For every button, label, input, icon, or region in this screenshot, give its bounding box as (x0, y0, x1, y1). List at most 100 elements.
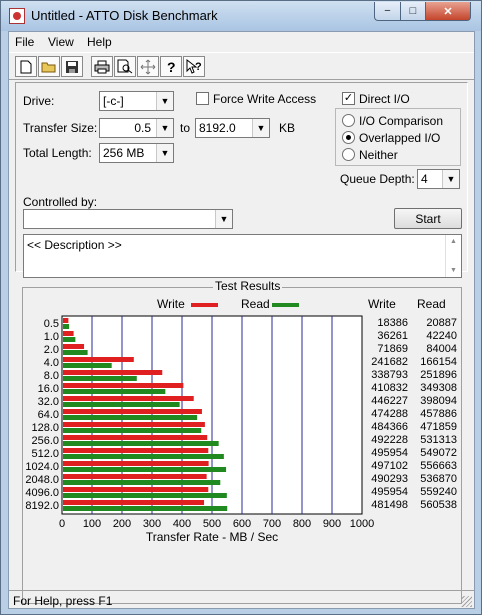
chevron-down-icon[interactable]: ▼ (156, 119, 173, 137)
app-icon (9, 8, 25, 24)
x-tick-label: 800 (293, 518, 311, 530)
y-tick-label: 4096.0 (25, 487, 59, 499)
chevron-down-icon[interactable]: ▼ (156, 144, 173, 162)
menu-file[interactable]: File (15, 35, 34, 49)
move-icon[interactable] (137, 56, 159, 77)
write-value-cell: 495954 (371, 486, 408, 498)
chevron-down-icon[interactable]: ▼ (215, 210, 232, 228)
write-value-cell: 484366 (371, 421, 408, 433)
y-tick-label: 2048.0 (25, 474, 59, 486)
resize-grip-icon[interactable] (461, 596, 472, 607)
write-bar (63, 474, 207, 479)
context-help-icon[interactable]: ? (183, 56, 205, 77)
read-bar (63, 454, 224, 459)
title-bar[interactable]: Untitled - ATTO Disk Benchmark − □ ✕ (1, 1, 481, 31)
scroll-down-icon[interactable]: ▼ (450, 267, 457, 274)
y-tick-label: 8192.0 (25, 500, 59, 512)
menu-view[interactable]: View (48, 35, 74, 49)
read-bar (63, 441, 219, 446)
write-value-cell: 474288 (371, 408, 408, 420)
app-window: Untitled - ATTO Disk Benchmark − □ ✕ Fil… (0, 0, 482, 615)
drive-value: [-c-] (103, 94, 124, 108)
y-tick-label: 1024.0 (25, 461, 59, 473)
y-tick-label: 256.0 (31, 435, 59, 447)
new-icon[interactable] (15, 56, 37, 77)
queue-depth-label: Queue Depth: (340, 172, 415, 186)
y-tick-label: 16.0 (38, 383, 59, 395)
scroll-up-icon[interactable]: ▲ (450, 238, 457, 245)
y-tick-label: 64.0 (38, 409, 59, 421)
write-value-cell: 241682 (371, 356, 408, 368)
read-value-cell: 20887 (426, 317, 457, 329)
print-icon[interactable] (91, 56, 113, 77)
neither-radio[interactable] (342, 148, 355, 161)
read-value-cell: 166154 (420, 356, 457, 368)
x-tick-label: 400 (173, 518, 191, 530)
y-tick-label: 32.0 (38, 396, 59, 408)
write-value-cell: 446227 (371, 395, 408, 407)
write-value-cell: 492228 (371, 434, 408, 446)
chevron-down-icon[interactable]: ▼ (156, 92, 173, 110)
total-length-value: 256 MB (103, 146, 145, 160)
x-tick-label: 100 (83, 518, 101, 530)
write-bar (63, 435, 208, 440)
close-button[interactable]: ✕ (425, 2, 471, 21)
overlapped-io-radio[interactable] (342, 131, 355, 144)
read-value-cell: 251896 (420, 369, 457, 381)
client-area: File View Help ? ? Drive: [-c-] ▼ Force … (8, 31, 475, 609)
svg-text:?: ? (167, 59, 176, 75)
read-bar (63, 350, 88, 355)
read-bar (63, 467, 227, 472)
read-value-cell: 560538 (420, 499, 457, 511)
x-tick-label: 600 (233, 518, 251, 530)
total-length-select[interactable]: 256 MB ▼ (99, 143, 174, 163)
write-value-cell: 497102 (371, 460, 408, 472)
read-value-cell: 349308 (420, 382, 457, 394)
controlled-by-select[interactable]: ▼ (23, 209, 233, 229)
x-tick-label: 1000 (350, 518, 374, 530)
read-value-cell: 536870 (420, 473, 457, 485)
write-bar (63, 383, 184, 388)
write-value-cell: 71869 (377, 343, 408, 355)
drive-select[interactable]: [-c-] ▼ (99, 91, 174, 111)
chevron-down-icon[interactable]: ▼ (252, 119, 269, 137)
x-tick-label: 0 (59, 518, 65, 530)
direct-io-label: Direct I/O (359, 92, 410, 106)
drive-label: Drive: (23, 94, 55, 108)
transfer-max-select[interactable]: 8192.0 ▼ (195, 118, 270, 138)
test-results-group: Test Results Write Read Write Read 0 100 2… (22, 279, 462, 604)
transfer-max-value: 8192.0 (199, 121, 236, 135)
force-write-checkbox[interactable] (196, 92, 209, 105)
print-preview-icon[interactable] (114, 56, 136, 77)
maximize-button[interactable]: □ (400, 2, 426, 21)
direct-io-checkbox[interactable]: ✓ (342, 92, 355, 105)
transfer-min-select[interactable]: 0.5 ▼ (99, 118, 174, 138)
read-value-cell: 84004 (426, 343, 457, 355)
read-bar (63, 493, 227, 498)
read-value-cell: 398094 (420, 395, 457, 407)
save-icon[interactable] (61, 56, 83, 77)
write-bar (63, 331, 74, 336)
x-tick-label: 900 (323, 518, 341, 530)
description-scrollbar[interactable]: ▲ ▼ (445, 235, 461, 277)
write-bar (63, 487, 209, 492)
open-icon[interactable] (38, 56, 60, 77)
minimize-button[interactable]: − (374, 2, 401, 21)
write-bar (63, 370, 163, 375)
description-textarea[interactable]: << Description >> ▲ ▼ (23, 234, 462, 278)
menu-bar: File View Help (9, 32, 474, 52)
io-comparison-radio[interactable] (342, 114, 355, 127)
chevron-down-icon[interactable]: ▼ (442, 170, 459, 188)
help-icon[interactable]: ? (160, 56, 182, 77)
queue-depth-select[interactable]: 4 ▼ (417, 169, 460, 189)
queue-depth-value: 4 (421, 172, 428, 186)
start-button[interactable]: Start (394, 208, 462, 229)
write-value-cell: 481498 (371, 499, 408, 511)
to-label: to (180, 121, 191, 135)
x-tick-label: 300 (143, 518, 161, 530)
write-bar (63, 422, 205, 427)
menu-help[interactable]: Help (87, 35, 112, 49)
read-value-cell: 457886 (420, 408, 457, 420)
write-bar (63, 461, 209, 466)
x-tick-label: 700 (263, 518, 281, 530)
